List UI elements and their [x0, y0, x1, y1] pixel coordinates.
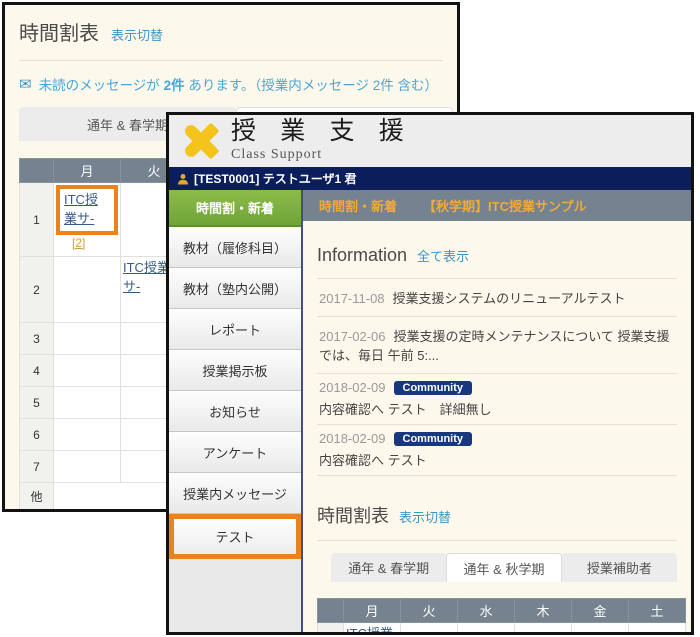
view-all-link[interactable]: 全て表示 [417, 246, 469, 265]
sidebar-item-class-messages[interactable]: 授業内メッセージ [169, 473, 301, 514]
app-logo: 授 業 支 援 Class Support [231, 119, 413, 162]
bg-timetable-grid: 月 火 1 ITC授業サ- [2] 2 [19, 158, 188, 511]
fg-tab-fall[interactable]: 通年 & 秋学期 [446, 553, 561, 582]
fg-semester-tabs: 通年 & 春学期 通年 & 秋学期 授業補助者 [331, 553, 677, 582]
unread-message-banner: ✉ 未読のメッセージが 2件 あります。（授業内メッセージ 2件 含む） [19, 74, 457, 94]
info-item[interactable]: 2017-11-08 授業支援システムのリニューアルテスト [317, 279, 677, 317]
info-text: 内容確認へ テスト [319, 450, 675, 469]
user-name: [TEST0001] テストユーザ1 君 [194, 170, 356, 187]
bg-col-monday: 月 [54, 159, 121, 183]
fg-col-thursday: 木 [515, 599, 572, 623]
sidebar: 時間割・新着 教材（履修科目） 教材（塾内公開） レポート 授業掲示板 お知らせ… [169, 190, 303, 632]
period-label: 3 [20, 323, 54, 355]
table-row: 2 ITC授業サ- [20, 257, 188, 323]
fg-tab-assistant[interactable]: 授業補助者 [562, 553, 677, 582]
community-badge: Community [394, 432, 473, 446]
app-header: 授 業 支 援 Class Support [169, 115, 691, 167]
period-label: 他 [20, 483, 54, 511]
crossed-pens-logo-icon [179, 120, 223, 162]
information-title: Information [317, 245, 407, 266]
fg-timetable-grid: 月 火 水 木 金 土 1 ITC授業サ- [2] [317, 598, 686, 632]
sidebar-item-report[interactable]: レポート [169, 309, 301, 350]
envelope-icon: ✉ [19, 77, 32, 92]
app-subtitle: Class Support [231, 147, 413, 163]
fg-col-tuesday: 火 [401, 599, 458, 623]
sidebar-item-timetable-news[interactable]: 時間割・新着 [169, 190, 301, 227]
fg-col-wednesday: 水 [458, 599, 515, 623]
table-row: 1 ITC授業サ- [2] [318, 623, 686, 633]
divider [317, 540, 677, 541]
orange-highlight-box: ITC授業サ- [56, 185, 118, 235]
fg-col-friday: 金 [572, 599, 629, 623]
fg-grid-corner [318, 599, 344, 623]
app-title: 授 業 支 援 [231, 119, 413, 145]
table-row: 3 [20, 323, 188, 355]
table-row-other: 他 [20, 483, 188, 511]
fg-tab-spring[interactable]: 通年 & 春学期 [331, 553, 446, 582]
sidebar-item-announcements[interactable]: お知らせ [169, 391, 301, 432]
course-link[interactable]: ITC授業サ- [64, 191, 110, 229]
period-label: 2 [20, 257, 54, 323]
period-label: 1 [20, 183, 54, 257]
fg-grid-header-row: 月 火 水 木 金 土 [318, 599, 686, 623]
sidebar-item-materials-campus[interactable]: 教材（塾内公開） [169, 268, 301, 309]
bg-page-title: 時間割表 [19, 17, 99, 46]
info-date: 2018-02-09 [319, 431, 386, 446]
period-label: 6 [20, 419, 54, 451]
info-text: 内容確認へ テスト 詳細無し [319, 399, 675, 418]
bg-display-toggle-link[interactable]: 表示切替 [111, 25, 163, 44]
sidebar-item-class-board[interactable]: 授業掲示板 [169, 350, 301, 391]
table-row: 1 ITC授業サ- [2] [20, 183, 188, 257]
class-support-window: 授 業 支 援 Class Support [TEST0001] テストユーザ1… [166, 112, 694, 635]
breadcrumb: 時間割・新着 【秋学期】ITC授業サンプル [303, 190, 691, 221]
period-label: 7 [20, 451, 54, 483]
table-row: 7 [20, 451, 188, 483]
community-badge: Community [394, 381, 473, 395]
user-icon [177, 173, 189, 185]
divider [19, 60, 443, 61]
main-content: 時間割・新着 【秋学期】ITC授業サンプル Information 全て表示 2… [303, 190, 691, 632]
breadcrumb-course: 【秋学期】ITC授業サンプル [423, 196, 587, 215]
info-text: 授業支援システムのリニューアルテスト [393, 291, 626, 306]
info-date: 2017-11-08 [319, 291, 385, 306]
fg-display-toggle-link[interactable]: 表示切替 [399, 507, 451, 526]
user-bar: [TEST0001] テストユーザ1 君 [169, 167, 691, 190]
period-label: 5 [20, 387, 54, 419]
unread-message-text: 未読のメッセージが 2件 あります。（授業内メッセージ 2件 含む） [39, 74, 438, 94]
fg-timetable-title: 時間割表 [317, 502, 389, 528]
period-label: 4 [20, 355, 54, 387]
sidebar-item-materials-enrolled[interactable]: 教材（履修科目） [169, 227, 301, 268]
unread-count: 2件 [164, 78, 185, 93]
unread-count-link[interactable]: [2] [72, 236, 85, 250]
info-item[interactable]: 2018-02-09 Community 内容確認へ テスト 詳細無し [317, 374, 677, 425]
info-item[interactable]: 2018-02-09 Community 内容確認へ テスト [317, 425, 677, 476]
info-date: 2017-02-06 [319, 329, 386, 344]
bg-grid-header-row: 月 火 [20, 159, 188, 183]
table-row: 4 [20, 355, 188, 387]
info-date: 2018-02-09 [319, 380, 386, 395]
breadcrumb-current: 時間割・新着 [319, 196, 397, 215]
bg-grid-corner [20, 159, 54, 183]
table-row: 6 [20, 419, 188, 451]
sidebar-item-test[interactable]: テスト [169, 514, 301, 559]
period-label: 1 [318, 623, 344, 633]
table-row: 5 [20, 387, 188, 419]
sidebar-item-survey[interactable]: アンケート [169, 432, 301, 473]
fg-col-saturday: 土 [629, 599, 686, 623]
info-item[interactable]: 2017-02-06授業支援の定時メンテナンスについて 授業支援では、毎日 午前… [317, 317, 677, 374]
screenshot-stage: 時間割表 表示切替 ✉ 未読のメッセージが 2件 あります。（授業内メッセージ … [0, 0, 700, 637]
course-link[interactable]: ITC授業サ- [346, 625, 398, 632]
fg-col-monday: 月 [344, 599, 401, 623]
